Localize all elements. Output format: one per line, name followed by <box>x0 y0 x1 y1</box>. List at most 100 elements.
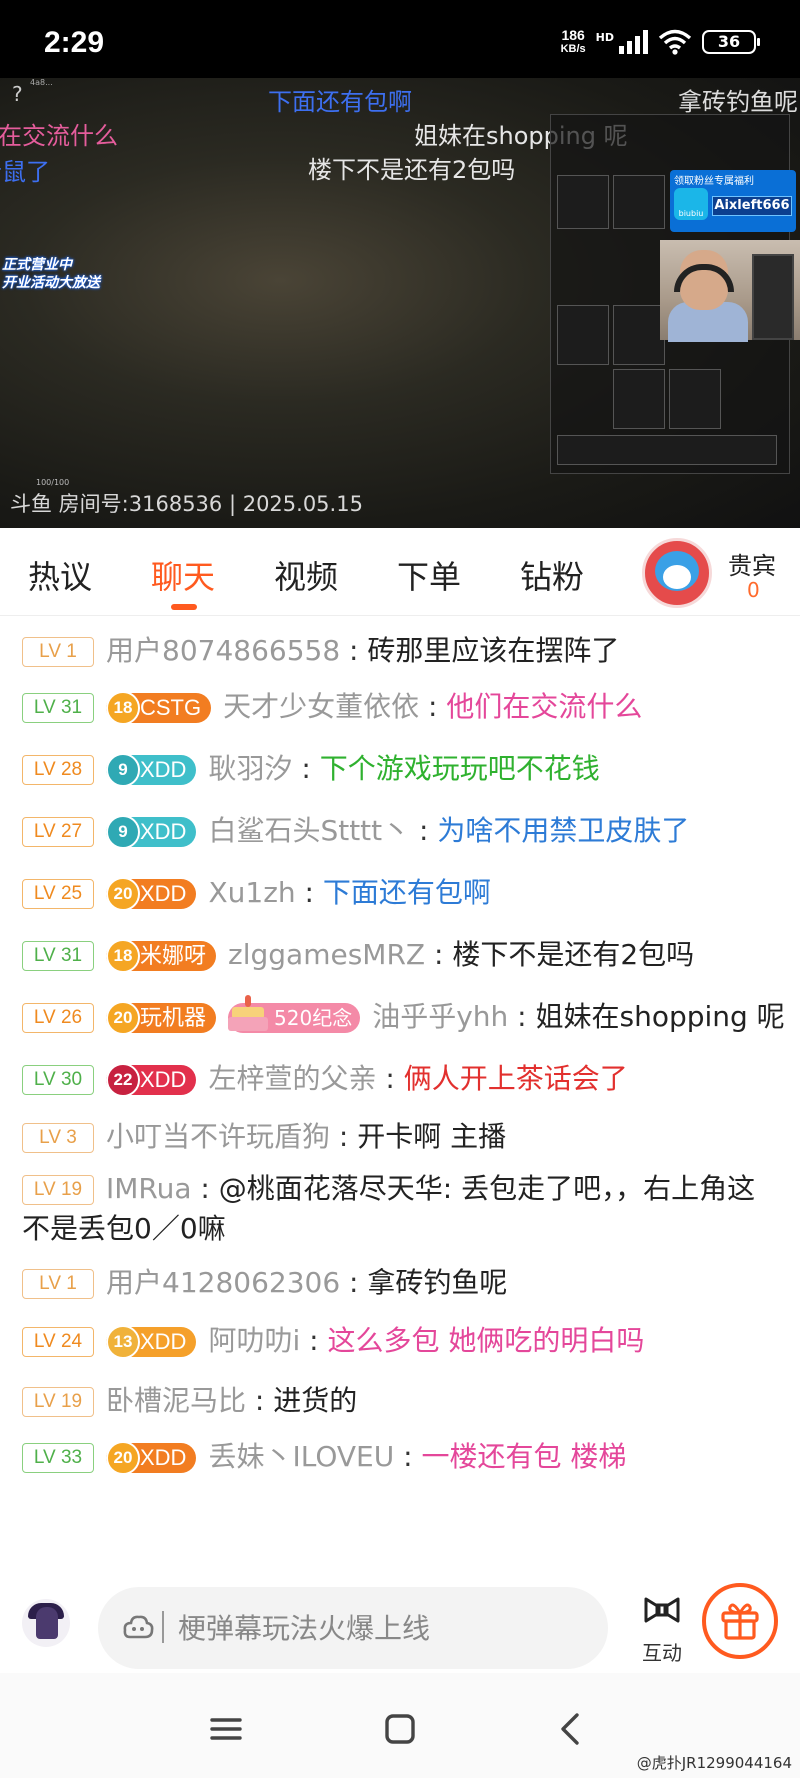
fan-badge-name: XDD <box>140 757 187 782</box>
chat-username[interactable]: 阿叻叻i <box>208 1324 300 1357</box>
network-speed: 186 KB/s <box>561 28 586 56</box>
status-bar: 2:29 186 KB/s HD 36 <box>0 0 800 78</box>
signal-icon <box>619 30 648 54</box>
chat-text: 拿砖钓鱼呢 <box>367 1266 508 1299</box>
chat-username[interactable]: Xu1zh <box>208 876 295 909</box>
chat-message: LV 19 卧槽泥马比 : 进货的 <box>22 1381 782 1421</box>
tab-order[interactable]: 下单 <box>397 552 461 598</box>
fan-badge-name: 玩机器 <box>140 1005 207 1030</box>
chat-username[interactable]: 天才少女董依依 <box>223 690 419 723</box>
level-badge: LV 31 <box>22 693 94 723</box>
level-badge: LV 33 <box>22 1443 94 1473</box>
level-badge: LV 19 <box>22 1387 94 1417</box>
user-avatar[interactable] <box>22 1599 70 1647</box>
chat-username[interactable]: 耿羽汐 <box>208 752 292 785</box>
chat-username[interactable]: 用户8074866558 <box>106 634 340 667</box>
fan-badge-name: XDD <box>140 1067 187 1092</box>
fan-badge-level: 9 <box>106 815 140 849</box>
promo-line: 正式营业中 <box>2 257 72 273</box>
danmaku-comment: 下面还有包啊 <box>268 88 412 116</box>
fan-badge[interactable]: 22 XDD <box>106 1063 197 1097</box>
level-badge: LV 30 <box>22 1065 94 1095</box>
memorial-badge-label: 520纪念 <box>274 1006 353 1030</box>
fan-badge-name: XDD <box>140 819 187 844</box>
room-watermark: 斗鱼 房间号:3168536 | 2025.05.15 <box>10 492 363 516</box>
chat-message: LV 25 20 XDD Xu1zh : 下面还有包啊 <box>22 873 782 913</box>
tab-discussion[interactable]: 热议 <box>28 552 92 598</box>
level-badge: LV 28 <box>22 755 94 785</box>
chat-username[interactable]: 用户4128062306 <box>106 1266 340 1299</box>
chat-message: LV 31 18 米娜呀 zlggamesMRZ : 楼下不是还有2包吗 <box>22 935 782 975</box>
live-video-player[interactable]: ? 4a8... 下面还有包啊 拿砖钓鱼呢 在交流什么 姐妹在shopping … <box>0 78 800 528</box>
input-placeholder: 梗弹幕玩法火爆上线 <box>178 1612 431 1645</box>
level-badge: LV 1 <box>22 1269 94 1299</box>
gift-button[interactable] <box>702 1583 778 1659</box>
fan-badge[interactable]: 20 玩机器 <box>106 1001 217 1035</box>
chat-message: LV 1 用户8074866558 : 砖那里应该在摆阵了 <box>22 631 782 671</box>
game-hud: 100/100 <box>36 478 70 487</box>
fan-banner-name: Aixleft666 <box>712 196 792 216</box>
chat-message: LV 19 IMRua : @桃面花落尽天华: 丢包走了吧，，右上角这不是丢包0／… <box>22 1172 756 1245</box>
fan-badge[interactable]: 20 XDD <box>106 877 197 911</box>
fan-badge[interactable]: 9 XDD <box>106 815 197 849</box>
fan-badge[interactable]: 9 XDD <box>106 753 197 787</box>
chat-message: LV 31 18 CSTG 天才少女董依依 : 他们在交流什么 <box>22 687 782 727</box>
chat-username[interactable]: 左梓萱的父亲 <box>208 1062 376 1095</box>
chat-username[interactable]: 小叮当不许玩盾狗 <box>106 1120 330 1153</box>
fan-badge-level: 20 <box>106 1001 140 1035</box>
guest-count: 0 <box>747 578 760 602</box>
chat-message: LV 26 20 玩机器 520纪念 油乎乎yhh : 姐妹在shopping 呢 <box>22 995 785 1037</box>
chat-list[interactable]: LV 1 用户8074866558 : 砖那里应该在摆阵了 LV 31 18 CSTG… <box>0 617 800 1577</box>
fan-benefit-banner[interactable]: 领取粉丝专属福利 biubiu Aixleft666 <box>670 170 796 232</box>
active-tab-indicator <box>171 604 197 610</box>
fan-badge[interactable]: 13 XDD <box>106 1325 197 1359</box>
chat-username[interactable]: 卧槽泥马比 <box>106 1384 246 1417</box>
cake-icon <box>226 993 270 1033</box>
fan-badge[interactable]: 20 XDD <box>106 1441 197 1475</box>
chat-text: 他们在交流什么 <box>446 690 643 723</box>
chat-username[interactable]: 白鲨石头Stttt丶 <box>208 814 410 847</box>
fan-badge-level: 13 <box>106 1325 140 1359</box>
guest-avatar[interactable] <box>642 538 712 608</box>
status-indicators: 186 KB/s HD 36 <box>561 28 760 56</box>
chat-username[interactable]: IMRua <box>106 1172 192 1205</box>
tab-video[interactable]: 视频 <box>274 552 338 598</box>
chat-message: LV 28 9 XDD 耿羽汐 : 下个游戏玩玩吧不花钱 <box>22 749 782 789</box>
chat-text: 俩人开上茶话会了 <box>403 1062 628 1095</box>
chat-message: LV 30 22 XDD 左梓萱的父亲 : 俩人开上茶话会了 <box>22 1059 782 1099</box>
level-badge: LV 19 <box>22 1175 94 1205</box>
fan-badge-level: 18 <box>106 691 140 725</box>
square-home-icon[interactable] <box>380 1709 420 1749</box>
battery-icon: 36 <box>702 30 760 54</box>
fan-badge[interactable]: 18 米娜呀 <box>106 939 217 973</box>
back-chevron-icon[interactable] <box>552 1709 592 1749</box>
level-badge: LV 25 <box>22 879 94 909</box>
status-time: 2:29 <box>44 26 105 59</box>
chat-username[interactable]: 丢妹丶ILOVEU <box>208 1440 394 1473</box>
interact-button[interactable]: 互动 <box>632 1593 692 1666</box>
hd-tag: HD <box>595 30 614 44</box>
fan-banner-title: 领取粉丝专属福利 <box>674 176 754 187</box>
text-cursor <box>162 1611 164 1643</box>
gift-icon <box>721 1603 759 1640</box>
chat-text: 开卡啊 主播 <box>357 1120 507 1153</box>
guest-label[interactable]: 贵宾 <box>728 546 776 581</box>
tab-chat[interactable]: 聊天 <box>151 552 215 598</box>
menu-icon[interactable] <box>206 1709 246 1749</box>
level-badge: LV 1 <box>22 637 94 667</box>
promo-overlay: 正式营业中 开业活动大放送 <box>2 256 122 292</box>
chat-text: 楼下不是还有2包吗 <box>452 938 695 971</box>
chat-username[interactable]: zlggamesMRZ <box>228 938 425 971</box>
chat-message: LV 27 9 XDD 白鲨石头Stttt丶 : 为啥不用禁卫皮肤了 <box>22 811 782 851</box>
danmaku-input[interactable]: 梗弹幕玩法火爆上线 <box>98 1587 608 1669</box>
cloud-bubble-icon[interactable] <box>122 1613 154 1643</box>
chat-username[interactable]: 油乎乎yhh <box>372 1000 508 1033</box>
level-badge: LV 31 <box>22 941 94 971</box>
fan-badge[interactable]: 18 CSTG <box>106 691 212 725</box>
chat-text: 这么多包 她俩吃的明白吗 <box>327 1324 645 1357</box>
memorial-badge: 520纪念 <box>228 995 361 1033</box>
tab-diamond-fans[interactable]: 钻粉 <box>520 552 584 598</box>
help-icon[interactable]: ? <box>12 82 23 106</box>
network-speed-value: 186 <box>561 27 585 43</box>
level-badge: LV 26 <box>22 1003 94 1033</box>
